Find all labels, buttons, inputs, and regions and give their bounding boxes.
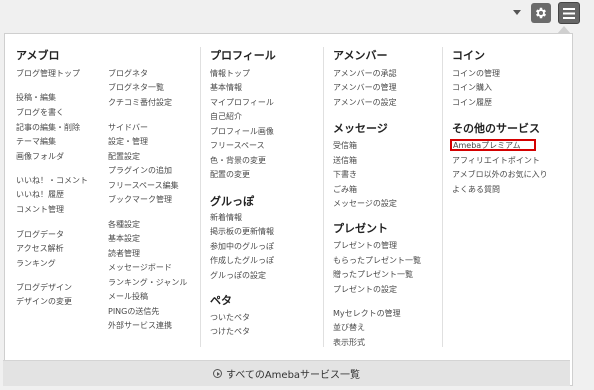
section-heading-other-services: その他のサービス [452, 122, 540, 135]
menu-link[interactable]: ごみ箱 [333, 184, 357, 195]
menu-link[interactable]: いいね！履歴 [16, 189, 64, 200]
menu-link[interactable]: マイプロフィール [210, 97, 274, 108]
menu-link[interactable]: 下書き [333, 169, 357, 180]
play-circle-icon [212, 369, 222, 378]
menu-link[interactable]: 配置の変更 [210, 169, 250, 180]
menu-subheading: 投稿・編集 [16, 93, 56, 102]
footer-link[interactable]: すべてのAmebaサービス一覧 [212, 366, 361, 381]
menu-link[interactable]: つけたペタ [210, 326, 250, 337]
top-bar [0, 0, 594, 28]
menu-link[interactable]: ランキング [16, 258, 56, 269]
menu-link[interactable]: 掲示板の更新情報 [210, 226, 274, 237]
menu-link[interactable]: 表示形式 [333, 337, 365, 348]
menu-link[interactable]: アメンバーの承認 [333, 68, 397, 79]
menu-link[interactable]: 配置設定 [108, 151, 140, 162]
menu-link[interactable]: 自己紹介 [210, 111, 242, 122]
menu-subheading: いいね！・コメント [16, 176, 88, 185]
section-heading-profile: プロフィール [210, 49, 276, 62]
menu-link[interactable]: 作成したグルっぽ [210, 255, 274, 266]
menu-link[interactable]: クチコミ番付設定 [108, 97, 172, 108]
hamburger-menu-icon [563, 7, 575, 19]
menu-link[interactable]: 外部サービス連携 [108, 320, 172, 331]
section-heading-message: メッセージ [333, 122, 388, 135]
section-heading-coin: コイン [452, 49, 485, 62]
menu-link[interactable]: デザインの変更 [16, 296, 72, 307]
menu-link[interactable]: コメント管理 [16, 204, 64, 215]
menu-link[interactable]: フリースペース [210, 140, 265, 151]
menu-link[interactable]: 設定・管理 [108, 136, 148, 147]
menu-subheading: サイドバー [108, 123, 148, 132]
menu-link[interactable]: メッセージの設定 [333, 198, 397, 209]
menu-subheading: 各種設定 [108, 220, 140, 229]
ameba-premium-link[interactable]: Amebaプレミアム [453, 140, 521, 151]
column-divider [323, 47, 324, 347]
column-divider [442, 47, 443, 347]
menu-link[interactable]: フリースペース編集 [108, 180, 179, 191]
chevron-down-icon[interactable] [513, 10, 521, 15]
section-heading-group: グルっぽ [210, 195, 254, 208]
menu-link[interactable]: テーマ編集 [16, 136, 56, 147]
menu-subheading: ブログネタ [108, 69, 148, 78]
menu-link[interactable]: アメブロ以外のお気に入り [452, 169, 548, 180]
menu-link[interactable]: プロフィール画像 [210, 126, 274, 137]
menu-link[interactable]: アメンバーの設定 [333, 97, 397, 108]
menu-link[interactable]: 色・背景の変更 [210, 155, 266, 166]
section-heading-amember: アメンバー [333, 49, 388, 62]
menu-link[interactable]: 情報トップ [210, 68, 250, 79]
menu-button[interactable] [558, 2, 580, 24]
menu-subheading: ブログデザイン [16, 283, 72, 292]
menu-link[interactable]: 基本情報 [210, 82, 242, 93]
menu-link[interactable]: プラグインの追加 [108, 165, 172, 176]
menu-link[interactable]: プレゼントの管理 [333, 240, 397, 251]
menu-link[interactable]: ついたペタ [210, 312, 250, 323]
settings-button[interactable] [531, 3, 551, 23]
menu-link[interactable]: もらったプレゼント一覧 [333, 255, 421, 266]
menu-link[interactable]: ブログを書く [16, 107, 64, 118]
menu-link[interactable]: ランキング・ジャンル [108, 277, 187, 288]
section-heading-ameblo: アメブロ [16, 49, 60, 62]
menu-link[interactable]: PINGの送信先 [108, 306, 159, 317]
menu-link[interactable]: コイン購入 [452, 82, 492, 93]
menu-link[interactable]: よくある質問 [452, 184, 500, 195]
menu-link[interactable]: 新着情報 [210, 212, 242, 223]
menu-link[interactable]: アクセス解析 [16, 243, 64, 254]
menu-link[interactable]: メール投稿 [108, 291, 148, 302]
service-menu-panel: アメブロ ブログ管理トップ 投稿・編集 ブログを書く 記事の編集・削除 テーマ編… [4, 33, 573, 386]
section-heading-present: プレゼント [333, 222, 388, 235]
menu-link[interactable]: 記事の編集・削除 [16, 122, 80, 133]
menu-link[interactable]: グルっぽの設定 [210, 270, 266, 281]
menu-link[interactable]: アフィリエイトポイント [452, 155, 540, 166]
menu-link[interactable]: 読者管理 [108, 248, 140, 259]
footer-label: すべてのAmebaサービス一覧 [225, 370, 361, 381]
menu-link[interactable]: 受信箱 [333, 140, 357, 151]
section-heading-peta: ペタ [210, 294, 232, 307]
menu-link[interactable]: 基本設定 [108, 233, 140, 244]
menu-link[interactable]: コインの管理 [452, 68, 500, 79]
menu-link[interactable]: コイン履歴 [452, 97, 492, 108]
menu-link[interactable]: プレゼントの設定 [333, 284, 397, 295]
menu-link[interactable]: ブックマーク管理 [108, 194, 172, 205]
menu-link[interactable]: ブログ管理トップ [16, 68, 80, 79]
column-divider [200, 47, 201, 347]
menu-link[interactable]: 贈ったプレゼント一覧 [333, 269, 413, 280]
menu-link[interactable]: 送信箱 [333, 155, 357, 166]
menu-link[interactable]: 参加中のグルっぽ [210, 241, 274, 252]
menu-link[interactable]: メッセージボード [108, 262, 172, 273]
gear-icon [535, 7, 547, 19]
all-services-footer[interactable]: すべてのAmebaサービス一覧 [3, 360, 570, 386]
menu-subheading[interactable]: Myセレクトの管理 [333, 308, 401, 319]
menu-link[interactable]: ブログネタ一覧 [108, 82, 164, 93]
menu-link[interactable]: 画像フォルダ [16, 151, 64, 162]
menu-link[interactable]: 並び替え [333, 322, 365, 333]
menu-link[interactable]: アメンバーの管理 [333, 82, 397, 93]
menu-subheading: ブログデータ [16, 230, 64, 239]
